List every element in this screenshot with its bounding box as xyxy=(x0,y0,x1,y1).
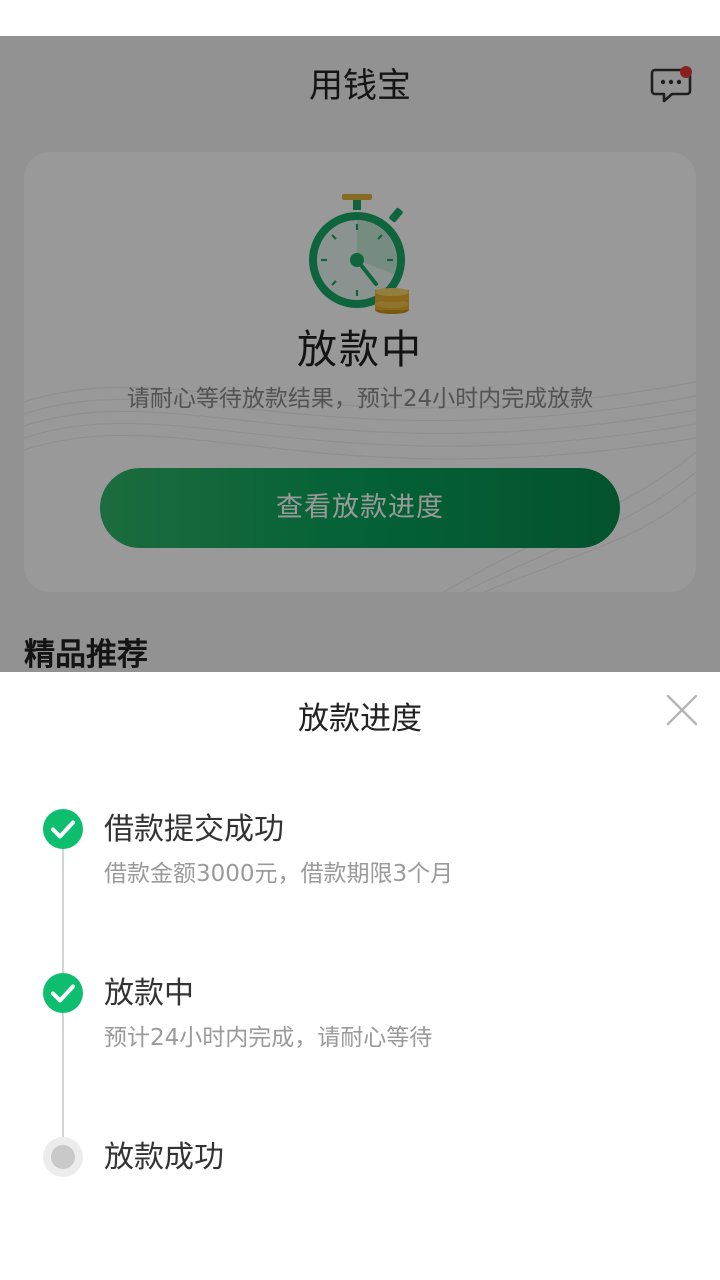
pending-dot-icon xyxy=(43,1137,83,1177)
check-circle-icon xyxy=(43,809,83,849)
step-description: 借款金额3000元，借款期限3个月 xyxy=(104,861,454,887)
step-description: 预计24小时内完成，请耐心等待 xyxy=(104,1025,433,1051)
sheet-title: 放款进度 xyxy=(298,701,422,737)
modal-backdrop[interactable] xyxy=(0,36,720,672)
progress-bottom-sheet: 放款进度 借款提交成功 借款金额3000元，借款期限3个月 放款中 预计24小时… xyxy=(0,672,720,1280)
close-icon[interactable] xyxy=(664,692,700,728)
step-title: 借款提交成功 xyxy=(104,812,284,847)
check-circle-icon xyxy=(43,973,83,1013)
step-title: 放款中 xyxy=(104,976,194,1011)
status-bar xyxy=(0,0,720,36)
step-title: 放款成功 xyxy=(104,1140,224,1175)
